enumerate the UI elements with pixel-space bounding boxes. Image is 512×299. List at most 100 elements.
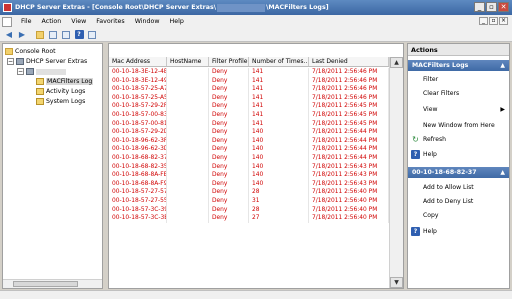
table-cell	[167, 205, 209, 215]
table-cell: 00-10-18-57-25-A7	[109, 85, 167, 94]
mdi-restore-button[interactable]: ▫	[489, 17, 498, 25]
up-folder-icon[interactable]	[34, 29, 46, 40]
table-row[interactable]: 00-10-18-57-29-2F Deny 141 7/18/2011 2:56:4…	[109, 102, 389, 111]
menu-favorites[interactable]: Favorites	[91, 18, 129, 25]
scroll-up-arrow[interactable]: ▲	[390, 57, 403, 68]
table-cell: 00-10-18-57-00-83	[109, 110, 167, 120]
menu-view[interactable]: View	[66, 18, 91, 25]
minimize-button[interactable]: _	[474, 2, 485, 12]
table-row[interactable]: 00-10-18-57-3C-39 Deny 28 7/18/2011 2:56:40…	[109, 205, 389, 215]
table-cell: 141	[249, 76, 309, 86]
table-cell: 00-10-18-68-8A-FB	[109, 171, 167, 180]
table-cell: 00-10-18-57-3C-3B	[109, 214, 167, 223]
collapse-chevron-icon[interactable]: ▲	[500, 167, 505, 178]
column-hostname[interactable]: HostName	[167, 57, 209, 66]
table-cell: Deny	[209, 188, 249, 197]
table-row[interactable]: 00-10-18-3E-12-49 Deny 141 7/18/2011 2:56:4…	[109, 76, 389, 86]
table-row[interactable]: 00-10-18-57-00-83 Deny 141 7/18/2011 2:56:4…	[109, 110, 389, 120]
mdi-minimize-button[interactable]: _	[479, 17, 488, 25]
expand-toggle[interactable]: −	[7, 58, 14, 65]
column-filter-profile[interactable]: Filter Profile	[209, 57, 249, 66]
close-button[interactable]: ✕	[498, 2, 509, 12]
action-refresh[interactable]: ↻ Refresh	[408, 133, 509, 145]
table-row[interactable]: 00-10-18-96-62-3D Deny 140 7/18/2011 2:56:4…	[109, 145, 389, 154]
scrollbar-thumb[interactable]	[13, 281, 78, 287]
table-row[interactable]: 00-10-18-57-25-A7 Deny 141 7/18/2011 2:56:4…	[109, 85, 389, 94]
table-row[interactable]: 00-10-18-57-27-57 Deny 28 7/18/2011 2:56:40…	[109, 188, 389, 197]
column-mac-address[interactable]: Mac Address	[109, 57, 167, 66]
action-clear-filters[interactable]: Clear Filters	[408, 87, 509, 99]
table-cell: 141	[249, 85, 309, 94]
menu-file[interactable]: File	[16, 18, 37, 25]
table-row[interactable]: 00-10-18-57-27-55 Deny 31 7/18/2011 2:56:40…	[109, 196, 389, 206]
menu-window[interactable]: Window	[130, 18, 165, 25]
table-row[interactable]: 00-10-18-68-82-35 Deny 140 7/18/2011 2:56:4…	[109, 162, 389, 172]
show-hide-tree-icon[interactable]	[47, 29, 59, 40]
action-add-to-deny-list[interactable]: Add to Deny List	[408, 195, 509, 207]
column-number-of-times[interactable]: Number of Times...	[249, 57, 309, 66]
console-menu-icon[interactable]	[2, 16, 12, 27]
action-copy[interactable]: Copy	[408, 209, 509, 221]
table-row[interactable]: 00-10-18-68-8A-F9 Deny 140 7/18/2011 2:56:4…	[109, 179, 389, 189]
blank-icon	[411, 183, 420, 192]
table-cell: 00-10-18-96-62-3D	[109, 145, 167, 154]
action-new-window-from-here[interactable]: New Window from Here	[408, 119, 509, 131]
forward-icon[interactable]: ▶	[16, 29, 28, 40]
action-help[interactable]: ? Help	[408, 148, 509, 160]
table-cell: 140	[249, 145, 309, 154]
action-view[interactable]: View ▶	[408, 103, 509, 115]
action-filter[interactable]: Filter	[408, 73, 509, 85]
table-cell: 7/18/2011 2:56:46 PM	[309, 68, 389, 77]
table-row[interactable]: 00-10-18-68-8A-FB Deny 140 7/18/2011 2:56:4…	[109, 171, 389, 180]
section-title: 00-10-18-68-82-37	[412, 169, 477, 176]
table-cell: Deny	[209, 76, 249, 86]
menu-bar: File Action View Favorites Window Help _…	[0, 15, 512, 28]
tree-console-root[interactable]: Console Root	[5, 47, 56, 56]
table-row[interactable]: 00-10-18-57-25-A5 Deny 141 7/18/2011 2:56:4…	[109, 93, 389, 103]
restore-button[interactable]: ▫	[486, 2, 497, 12]
table-cell	[167, 119, 209, 129]
help-icon[interactable]: ?	[73, 29, 85, 40]
mdi-close-button[interactable]: ×	[499, 17, 508, 25]
menu-action[interactable]: Action	[37, 18, 67, 25]
table-row[interactable]: 00-10-18-96-62-3F Deny 140 7/18/2011 2:56:4…	[109, 136, 389, 146]
tree-item-label: Activity Logs	[46, 88, 86, 95]
table-cell: 00-10-18-57-27-57	[109, 188, 167, 197]
back-icon[interactable]: ◀	[3, 29, 15, 40]
tree-horizontal-scrollbar[interactable]	[3, 279, 102, 288]
table-cell: 00-10-18-57-29-2F	[109, 102, 167, 111]
table-cell: 00-10-18-57-27-55	[109, 196, 167, 206]
tree-item-macfilters-log[interactable]: MACFilters Log	[36, 77, 94, 86]
tree-item-activity-logs[interactable]: Activity Logs	[36, 87, 85, 96]
actions-section-selected-mac[interactable]: 00-10-18-68-82-37 ▲	[408, 167, 509, 178]
list-vertical-scrollbar[interactable]: ▲ ▼	[389, 57, 403, 288]
column-last-denied[interactable]: Last Denied	[309, 57, 389, 66]
tree-dhcp-server-extras[interactable]: DHCP Server Extras	[16, 57, 87, 66]
table-row[interactable]: 00-10-18-57-3C-3B Deny 27 7/18/2011 2:56:40…	[109, 214, 389, 223]
expand-toggle[interactable]: −	[17, 68, 24, 75]
tree-host[interactable]	[26, 67, 66, 76]
table-row[interactable]: 00-10-18-3E-12-4B Deny 141 7/18/2011 2:56:4…	[109, 68, 389, 77]
table-cell: 141	[249, 93, 309, 103]
actions-section-macfilters-logs[interactable]: MACFilters Logs ▲	[408, 60, 509, 71]
table-cell	[167, 145, 209, 154]
action-help-2[interactable]: ? Help	[408, 225, 509, 237]
scroll-down-arrow[interactable]: ▼	[390, 277, 403, 288]
action-add-to-allow-list[interactable]: Add to Allow List	[408, 181, 509, 193]
menu-help[interactable]: Help	[165, 18, 189, 25]
collapse-chevron-icon[interactable]: ▲	[500, 60, 505, 71]
table-row[interactable]: 00-10-18-57-29-2D Deny 140 7/18/2011 2:56:4…	[109, 128, 389, 137]
table-row[interactable]: 00-10-18-57-00-81 Deny 141 7/18/2011 2:56:4…	[109, 119, 389, 129]
blank-icon	[411, 89, 420, 98]
table-cell: 00-10-18-57-00-81	[109, 119, 167, 129]
table-cell: Deny	[209, 85, 249, 94]
app-icon	[3, 3, 12, 12]
properties-icon[interactable]	[60, 29, 72, 40]
table-cell	[167, 136, 209, 146]
table-cell: 140	[249, 171, 309, 180]
table-row[interactable]: 00-10-18-68-82-37 Deny 140 7/18/2011 2:56:4…	[109, 153, 389, 163]
blank-icon	[411, 105, 420, 114]
tree-item-system-logs[interactable]: System Logs	[36, 97, 85, 106]
table-cell: 140	[249, 179, 309, 189]
action-pane-icon[interactable]	[86, 29, 98, 40]
